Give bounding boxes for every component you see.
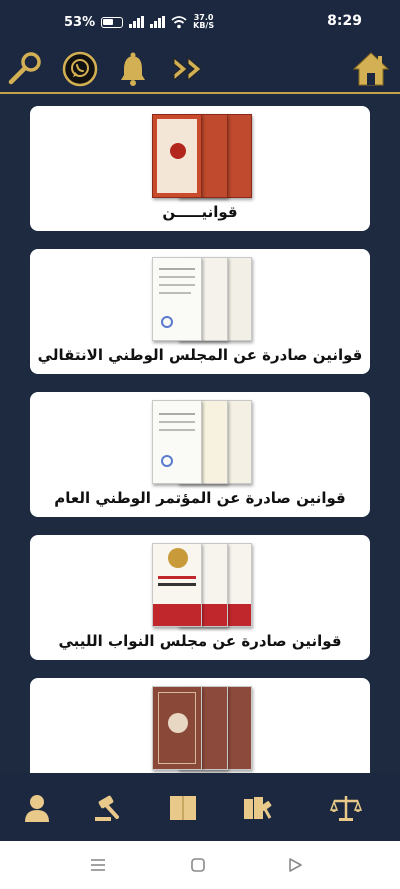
system-back-button[interactable] <box>285 855 305 875</box>
nav-legislation[interactable] <box>240 791 274 825</box>
home-button[interactable] <box>352 50 390 88</box>
books-gavel-icon <box>244 797 272 819</box>
search-button[interactable] <box>6 50 44 88</box>
status-indicators: 53% 37.0 KB/S <box>64 14 214 30</box>
signal-icon <box>129 16 145 28</box>
gavel-icon <box>95 795 119 821</box>
card-label: قوانين صادرة عن مجلس النواب الليبي <box>58 632 342 650</box>
category-list: قوانيـــــن قوانين صادرة عن المجلس الوطن… <box>0 96 400 773</box>
notifications-button[interactable] <box>114 50 152 88</box>
clock: 8:29 <box>327 13 362 29</box>
net-speed: 37.0 KB/S <box>193 14 214 30</box>
nav-profile[interactable] <box>20 791 54 825</box>
search-icon <box>8 52 41 85</box>
card-label: قوانيـــــن <box>162 203 238 221</box>
home-square-icon <box>191 858 205 872</box>
forward-button[interactable] <box>170 50 208 88</box>
system-nav-bar <box>0 841 400 889</box>
whatsapp-button[interactable] <box>61 50 99 88</box>
white-document-covers-icon <box>148 400 252 486</box>
fast-forward-icon <box>173 56 202 82</box>
white-document-covers-icon <box>148 257 252 343</box>
wifi-icon <box>171 15 187 28</box>
signal-icon <box>150 16 166 28</box>
nav-library[interactable] <box>166 791 200 825</box>
card-label: قوانين صادرة عن المجلس الوطني الانتقالي <box>37 346 363 364</box>
top-bar <box>0 44 400 94</box>
category-card-laws[interactable]: قوانيـــــن <box>30 106 370 231</box>
brown-booklet-covers-icon <box>148 686 252 772</box>
back-triangle-icon <box>289 858 302 872</box>
recent-apps-button[interactable] <box>88 855 108 875</box>
nav-justice[interactable] <box>329 791 363 825</box>
net-speed-unit: KB/S <box>193 21 215 30</box>
menu-icon <box>91 859 105 871</box>
nav-judgments[interactable] <box>92 791 126 825</box>
scales-icon <box>330 796 362 821</box>
person-icon <box>25 795 49 822</box>
home-icon <box>352 52 390 86</box>
bell-icon <box>121 52 145 86</box>
system-home-button[interactable] <box>188 855 208 875</box>
status-bar: 53% 37.0 KB/S 8:29 <box>0 0 400 44</box>
red-certificate-covers-icon <box>148 114 252 200</box>
card-label: قوانين صادرة عن المؤتمر الوطني العام <box>54 489 346 507</box>
category-card-brown-booklets[interactable] <box>30 678 370 773</box>
battery-icon <box>101 16 124 28</box>
category-card-house-of-representatives[interactable]: قوانين صادرة عن مجلس النواب الليبي <box>30 535 370 660</box>
whatsapp-icon <box>62 51 98 87</box>
bottom-nav <box>0 773 400 841</box>
battery-percent: 53% <box>64 14 96 30</box>
category-card-general-congress[interactable]: قوانين صادرة عن المؤتمر الوطني العام <box>30 392 370 517</box>
book-icon <box>170 796 196 820</box>
category-card-transitional-council[interactable]: قوانين صادرة عن المجلس الوطني الانتقالي <box>30 249 370 374</box>
white-red-booklet-covers-icon <box>148 543 252 629</box>
